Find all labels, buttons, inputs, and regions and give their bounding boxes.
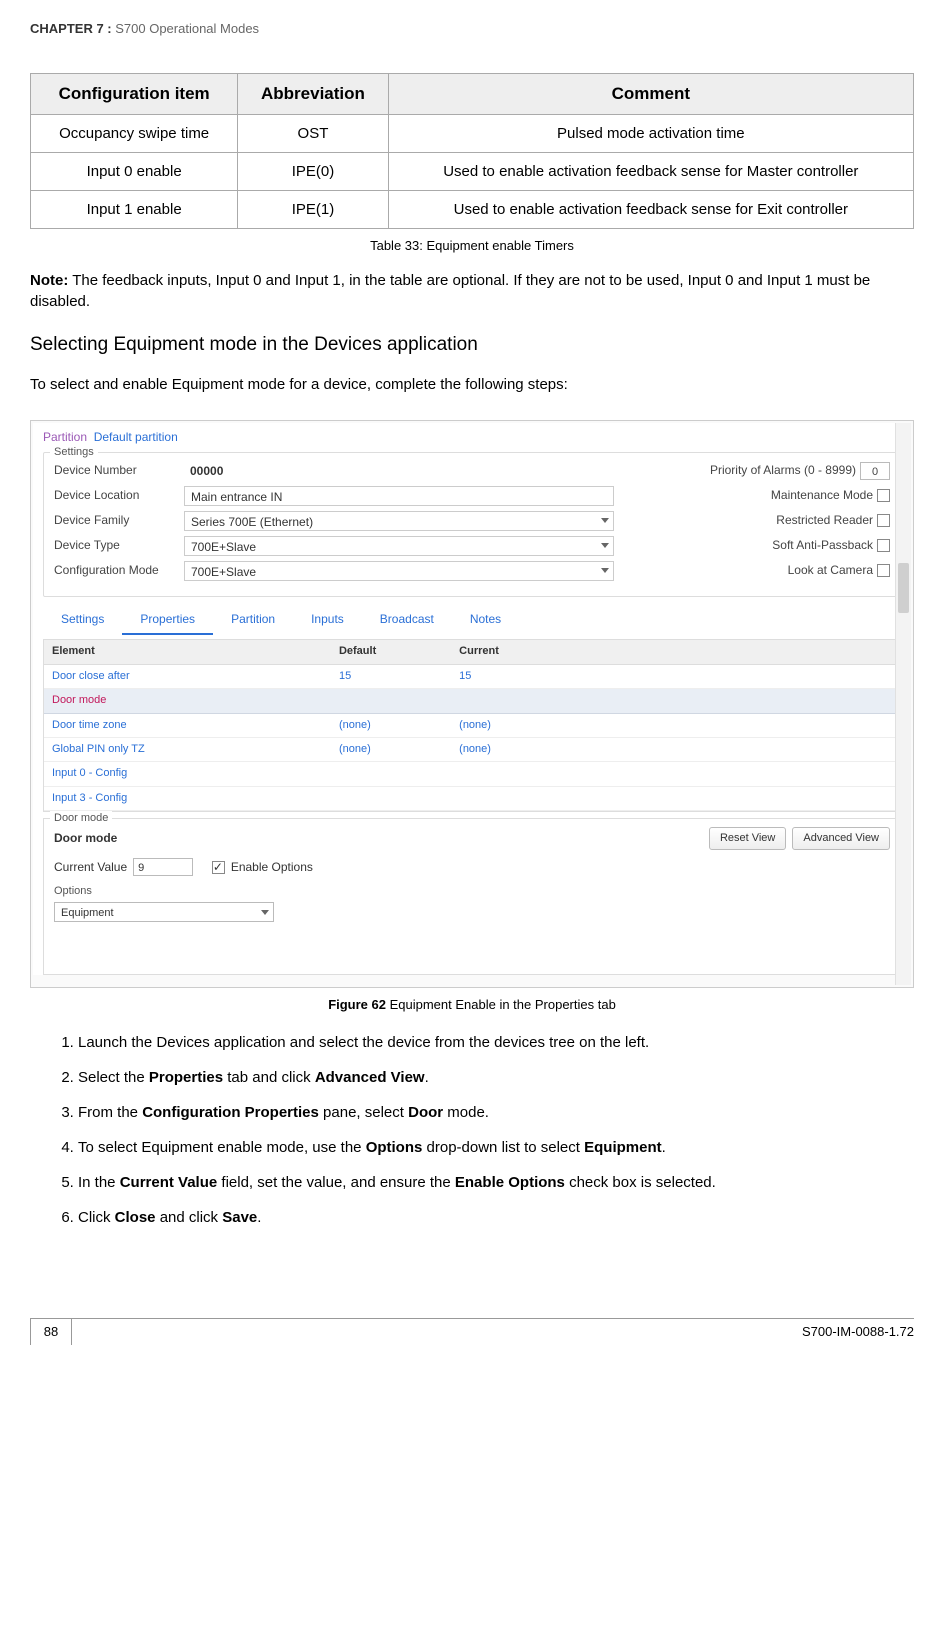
table-row: Input 0 enable IPE(0) Used to enable act… [31,152,914,190]
anti-passback-checkbox[interactable] [877,539,890,552]
table-row: Occupancy swipe time OST Pulsed mode act… [31,114,914,152]
steps-list: Launch the Devices application and selec… [40,1032,914,1228]
advanced-view-button[interactable]: Advanced View [792,827,890,850]
th-abbr: Abbreviation [238,74,388,115]
property-row[interactable]: Door time zone(none)(none) [44,714,900,738]
chevron-down-icon [261,910,269,915]
door-mode-group-label: Door mode [50,811,112,826]
look-at-camera-label: Look at Camera [788,562,873,579]
chapter-label: CHAPTER 7 : [30,21,115,36]
table-caption: Table 33: Equipment enable Timers [30,237,914,255]
maintenance-mode-checkbox[interactable] [877,489,890,502]
cell-config: Input 0 enable [31,152,238,190]
settings-group: Settings Device Number 00000 Priority of… [43,452,901,597]
page-header: CHAPTER 7 : S700 Operational Modes [30,20,914,38]
current-value-input[interactable]: 9 [133,858,193,876]
enable-options-label: Enable Options [231,859,313,876]
chevron-down-icon [601,543,609,548]
priority-input[interactable]: 0 [860,462,890,480]
cell-comment: Pulsed mode activation time [388,114,913,152]
settings-group-label: Settings [50,445,98,460]
cell-comment: Used to enable activation feedback sense… [388,190,913,228]
enable-options-checkbox[interactable] [212,861,225,874]
partition-value-link[interactable]: Default partition [94,430,178,444]
page-number: 88 [30,1318,72,1345]
restricted-reader-label: Restricted Reader [776,512,873,529]
section-heading: Selecting Equipment mode in the Devices … [30,332,914,359]
cell-comment: Used to enable activation feedback sense… [388,152,913,190]
tab-notes[interactable]: Notes [452,605,519,636]
property-row-selected[interactable]: Door mode [44,689,900,713]
tab-partition[interactable]: Partition [213,605,293,636]
look-at-camera-checkbox[interactable] [877,564,890,577]
maintenance-mode-label: Maintenance Mode [771,487,873,504]
device-number-value: 00000 [184,461,614,481]
chapter-title: S700 Operational Modes [115,21,259,36]
scrollbar-thumb[interactable] [898,563,909,613]
reset-view-button[interactable]: Reset View [709,827,786,850]
cell-config: Occupancy swipe time [31,114,238,152]
scrollbar[interactable] [895,423,911,985]
device-type-label: Device Type [54,537,184,554]
property-row[interactable]: Input 0 - Config [44,762,900,786]
document-id: S700-IM-0088-1.72 [802,1323,914,1341]
priority-label: Priority of Alarms (0 - 8999) [710,462,856,479]
step-item: Select the Properties tab and click Adva… [78,1067,914,1088]
figure-caption-number: Figure 62 [328,997,386,1012]
device-location-label: Device Location [54,487,184,504]
step-item: In the Current Value field, set the valu… [78,1172,914,1193]
note-label: Note: [30,272,68,289]
tab-properties[interactable]: Properties [122,605,213,636]
th-config: Configuration item [31,74,238,115]
device-type-select[interactable]: 700E+Slave [184,536,614,556]
figure-screenshot: Partition Default partition Settings Dev… [30,420,914,988]
tab-settings[interactable]: Settings [43,605,122,636]
properties-table: Element Default Current Door close after… [43,639,901,812]
config-mode-select[interactable]: 700E+Slave [184,561,614,581]
note-text: The feedback inputs, Input 0 and Input 1… [30,272,870,310]
door-mode-bold-label: Door mode [54,830,117,847]
property-row[interactable]: Global PIN only TZ(none)(none) [44,738,900,762]
step-item: To select Equipment enable mode, use the… [78,1137,914,1158]
th-comment: Comment [388,74,913,115]
col-default[interactable]: Default [331,640,451,663]
property-row[interactable]: Input 3 - Config [44,787,900,811]
device-location-input[interactable]: Main entrance IN [184,486,614,506]
table-row: Input 1 enable IPE(1) Used to enable act… [31,190,914,228]
device-family-label: Device Family [54,512,184,529]
restricted-reader-checkbox[interactable] [877,514,890,527]
figure-caption: Figure 62 Equipment Enable in the Proper… [30,996,914,1014]
current-value-label: Current Value [54,859,127,876]
config-table: Configuration item Abbreviation Comment … [30,73,914,229]
cell-abbr: OST [238,114,388,152]
step-item: Click Close and click Save. [78,1207,914,1228]
tab-inputs[interactable]: Inputs [293,605,362,636]
section-intro: To select and enable Equipment mode for … [30,374,914,395]
chevron-down-icon [601,518,609,523]
cell-abbr: IPE(0) [238,152,388,190]
options-select[interactable]: Equipment [54,902,274,922]
cell-config: Input 1 enable [31,190,238,228]
step-item: Launch the Devices application and selec… [78,1032,914,1053]
device-family-select[interactable]: Series 700E (Ethernet) [184,511,614,531]
note-paragraph: Note: The feedback inputs, Input 0 and I… [30,270,914,312]
device-number-label: Device Number [54,462,184,479]
tab-bar: Settings Properties Partition Inputs Bro… [43,605,901,636]
config-mode-label: Configuration Mode [54,562,184,579]
door-mode-group: Door mode Door mode Reset View Advanced … [43,818,901,975]
cell-abbr: IPE(1) [238,190,388,228]
property-row[interactable]: Door close after1515 [44,665,900,689]
chevron-down-icon [601,568,609,573]
tab-broadcast[interactable]: Broadcast [362,605,452,636]
options-label: Options [54,884,890,899]
anti-passback-label: Soft Anti-Passback [772,537,873,554]
partition-link[interactable]: Partition [43,430,87,444]
step-item: From the Configuration Properties pane, … [78,1102,914,1123]
figure-caption-text: Equipment Enable in the Properties tab [386,997,616,1012]
col-current[interactable]: Current [451,640,571,663]
col-element[interactable]: Element [44,640,331,663]
page-footer: 88 S700-IM-0088-1.72 [30,1318,914,1345]
